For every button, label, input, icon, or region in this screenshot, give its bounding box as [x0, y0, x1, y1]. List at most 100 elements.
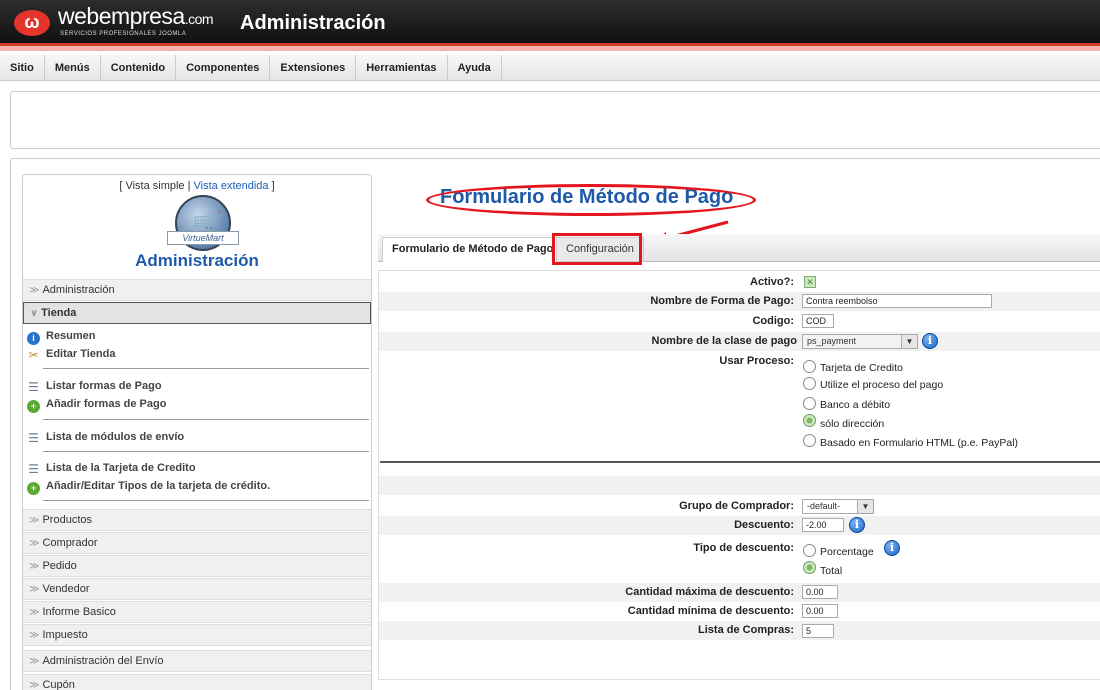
- descuento-label: Descuento:: [734, 519, 794, 531]
- sidebar-item-editar-tienda[interactable]: ✂ Editar Tienda: [27, 345, 115, 363]
- chevron-right-icon: ≫: [29, 561, 40, 572]
- codigo-input[interactable]: COD: [802, 314, 834, 328]
- radio-proceso-pago[interactable]: [803, 377, 816, 390]
- divider: [43, 368, 369, 369]
- chevron-right-icon: ≫: [29, 515, 40, 526]
- app-header: ω webempresa.com SERVICIOS PROFESIONALES…: [0, 0, 1100, 46]
- menu-sitio[interactable]: Sitio: [0, 55, 45, 80]
- activo-label: Activo?:: [750, 276, 794, 288]
- menu-menus[interactable]: Menús: [45, 55, 101, 80]
- info-icon[interactable]: i: [922, 333, 938, 349]
- proceso-label: Usar Proceso:: [719, 355, 794, 367]
- sidebar-title: Administración: [135, 251, 259, 270]
- row-grupo: Grupo de Comprador: -default- ▼: [379, 498, 1100, 517]
- row-activo: Activo?:: [379, 274, 1100, 293]
- grupo-label: Grupo de Comprador:: [679, 500, 794, 512]
- chevron-right-icon: ≫: [29, 584, 40, 595]
- info-icon[interactable]: i: [884, 540, 900, 556]
- main-menubar: Sitio Menús Contenido Componentes Extens…: [0, 55, 1100, 81]
- sidebar-item-tipos-tarjeta[interactable]: + Añadir/Editar Tipos de la tarjeta de cr…: [27, 477, 270, 495]
- brand-name: webempresa.com: [58, 3, 214, 29]
- min-input[interactable]: 0.00: [802, 604, 838, 618]
- sidebar-section-cupon[interactable]: ≫ Cupón: [23, 674, 371, 690]
- menu-ayuda[interactable]: Ayuda: [448, 55, 502, 80]
- view-toggle: [ Vista simple | Vista extendida ]: [23, 180, 371, 192]
- add-icon: +: [27, 482, 40, 495]
- menu-extensiones[interactable]: Extensiones: [270, 55, 357, 80]
- clase-label: Nombre de la clase de pago: [651, 335, 798, 347]
- sidebar-section-informe[interactable]: ≫ Informe Basico: [23, 601, 371, 623]
- sidebar-section-administracion[interactable]: ≫ Administración: [23, 279, 371, 301]
- radio-solo-direccion-label: sólo dirección: [820, 418, 885, 430]
- max-label: Cantidad máxima de descuento:: [625, 586, 794, 598]
- radio-porcentage[interactable]: [803, 544, 816, 557]
- sidebar-section-comprador[interactable]: ≫ Comprador: [23, 532, 371, 554]
- menu-componentes[interactable]: Componentes: [176, 55, 271, 80]
- view-simple-link[interactable]: [ Vista simple |: [119, 180, 190, 192]
- sidebar-section-envio[interactable]: ≫ Administración del Envío: [23, 650, 371, 672]
- webempresa-logo-icon: ω: [14, 10, 50, 36]
- radio-porcentage-label: Porcentage: [820, 546, 874, 558]
- chevron-right-icon: ≫: [29, 607, 40, 618]
- toolbar-panel: [10, 91, 1100, 149]
- lista-input[interactable]: 5: [802, 624, 834, 638]
- view-extended-link[interactable]: Vista extendida: [194, 180, 269, 192]
- lista-label: Lista de Compras:: [698, 624, 794, 636]
- radio-proceso-pago-label: Utilize el proceso del pago: [820, 379, 944, 391]
- radio-tarjeta-label: Tarjeta de Credito: [820, 362, 903, 374]
- max-input[interactable]: 0.00: [802, 585, 838, 599]
- row-min: Cantidad mínima de descuento: 0.00: [379, 602, 1100, 621]
- list-icon: ☰: [28, 462, 39, 476]
- row-codigo: Codigo: COD: [379, 312, 1100, 331]
- row-spacer: [379, 476, 1100, 495]
- virtuemart-logo-label: VirtueMart: [167, 231, 239, 245]
- form-separator: [380, 461, 1100, 463]
- radio-solo-direccion[interactable]: [803, 414, 816, 427]
- radio-banco[interactable]: [803, 397, 816, 410]
- codigo-label: Codigo:: [752, 315, 794, 327]
- sidebar-item-resumen[interactable]: i Resumen: [27, 327, 96, 345]
- annotation-oval: [426, 184, 756, 216]
- chevron-right-icon: ≫: [29, 630, 40, 641]
- virtuemart-sidebar: [ Vista simple | Vista extendida ] 🛒 Vir…: [22, 174, 372, 690]
- sidebar-section-vendedor[interactable]: ≫ Vendedor: [23, 578, 371, 600]
- radio-total[interactable]: [803, 561, 816, 574]
- annotation-box: [552, 233, 642, 265]
- app-title: Administración: [240, 12, 386, 34]
- activo-checkbox[interactable]: ✕: [804, 276, 816, 288]
- grupo-select[interactable]: -default- ▼: [802, 499, 874, 514]
- descuento-input[interactable]: -2.00: [802, 518, 844, 532]
- radio-html-form[interactable]: [803, 434, 816, 447]
- nombre-input[interactable]: Contra reembolso: [802, 294, 992, 308]
- row-clase: Nombre de la clase de pago ps_payment ▼ i: [379, 332, 1100, 351]
- row-descuento: Descuento: -2.00 i: [379, 516, 1100, 535]
- sidebar-item-anadir-pago[interactable]: + Añadir formas de Pago: [27, 395, 166, 413]
- chevron-right-icon: ≫: [29, 285, 40, 296]
- sidebar-item-modulos-envio[interactable]: ☰ Lista de módulos de envío: [27, 428, 184, 446]
- sidebar-section-productos[interactable]: ≫ Productos: [23, 509, 371, 531]
- tab-formulario[interactable]: Formulario de Método de Pago: [382, 237, 564, 262]
- menu-herramientas[interactable]: Herramientas: [356, 55, 448, 80]
- row-nombre: Nombre de Forma de Pago: Contra reembols…: [379, 292, 1100, 311]
- divider: [43, 500, 369, 501]
- brand-subtitle: SERVICIOS PROFESIONALES JOOMLA: [60, 31, 187, 37]
- chevron-down-icon: ∨: [30, 308, 39, 319]
- list-icon: ☰: [28, 380, 39, 394]
- list-icon: ☰: [28, 431, 39, 445]
- divider: [43, 451, 369, 452]
- divider: [43, 419, 369, 420]
- radio-html-form-label: Basado en Formulario HTML (p.e. PayPal): [820, 437, 1019, 449]
- menu-contenido[interactable]: Contenido: [101, 55, 177, 80]
- radio-banco-label: Banco a débito: [820, 399, 891, 411]
- radio-tarjeta[interactable]: [803, 360, 816, 373]
- info-icon[interactable]: i: [849, 517, 865, 533]
- sidebar-section-impuesto[interactable]: ≫ Impuesto: [23, 624, 371, 646]
- clase-select[interactable]: ps_payment ▼: [802, 334, 918, 349]
- sidebar-section-tienda[interactable]: ∨ Tienda: [23, 302, 371, 324]
- sidebar-section-pedido[interactable]: ≫ Pedido: [23, 555, 371, 577]
- tipo-label: Tipo de descuento:: [693, 542, 794, 554]
- sidebar-item-listar-pago[interactable]: ☰ Listar formas de Pago: [27, 377, 161, 395]
- chevron-right-icon: ≫: [29, 538, 40, 549]
- sidebar-item-lista-tarjeta[interactable]: ☰ Lista de la Tarjeta de Credito: [27, 459, 195, 477]
- nombre-label: Nombre de Forma de Pago:: [650, 295, 794, 307]
